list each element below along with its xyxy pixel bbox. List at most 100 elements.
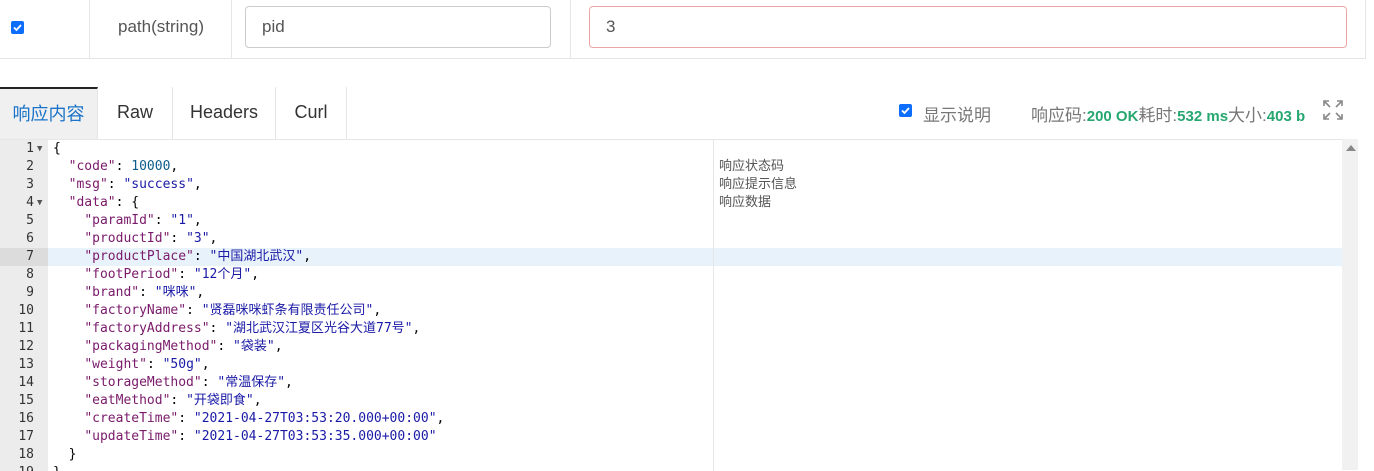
scroll-up-arrow-icon[interactable] xyxy=(1346,145,1356,151)
tab-response-content[interactable]: 响应内容 xyxy=(0,87,98,139)
json-key: "paramId" xyxy=(84,213,155,228)
json-string: "袋装" xyxy=(233,339,275,354)
line-number: 15 xyxy=(18,393,34,408)
json-punctuation: , xyxy=(412,321,421,336)
param-type-cell: path(string) xyxy=(90,0,232,58)
json-punctuation: : { xyxy=(115,195,140,210)
code-line: 12 "packagingMethod": "袋装", xyxy=(0,338,1342,356)
code-text: "code": 10000, xyxy=(53,158,179,176)
line-number: 5 xyxy=(26,213,34,228)
code-text: "factoryAddress": "湖北武汉江夏区光谷大道77号", xyxy=(53,320,420,338)
code-line: 16 "createTime": "2021-04-27T03:53:20.00… xyxy=(0,410,1342,428)
response-code-editor[interactable]: 1 ▼{2 "code": 10000, 3 "msg": "success", 4 ▼… xyxy=(0,139,1342,471)
code-line: 6 "productId": "3", xyxy=(0,230,1342,248)
json-key: "productId" xyxy=(84,231,171,246)
json-key: "packagingMethod" xyxy=(84,339,218,354)
json-key: "eatMethod" xyxy=(84,393,171,408)
status-size-value: 403 b xyxy=(1266,108,1306,125)
code-text: "factoryName": "贤磊咪咪虾条有限责任公司", xyxy=(53,302,381,320)
code-line: 2 "code": 10000, xyxy=(0,158,1342,176)
code-text: "eatMethod": "开袋即食", xyxy=(53,392,261,410)
fold-arrow-icon[interactable]: ▼ xyxy=(37,194,42,212)
json-punctuation xyxy=(53,357,84,372)
code-line: 4 ▼ "data": { xyxy=(0,194,1342,212)
code-line: 5 "paramId": "1", xyxy=(0,212,1342,230)
json-number: 10000 xyxy=(131,159,171,174)
line-number: 8 xyxy=(26,267,34,282)
fold-arrow-icon[interactable]: ▼ xyxy=(37,140,42,158)
show-description-label: 显示说明 xyxy=(923,106,991,125)
json-punctuation: : xyxy=(107,177,124,192)
json-punctuation xyxy=(53,213,84,228)
json-punctuation xyxy=(53,285,84,300)
param-value-input[interactable]: 3 xyxy=(589,6,1347,48)
param-name-input[interactable]: pid xyxy=(245,6,551,48)
code-text: "msg": "success", xyxy=(53,176,202,194)
json-string: "2021-04-27T03:53:35.000+00:00" xyxy=(193,429,437,444)
code-text: "paramId": "1", xyxy=(53,212,201,230)
show-description-checkbox[interactable] xyxy=(899,104,912,117)
line-number: 12 xyxy=(18,339,34,354)
line-number: 3 xyxy=(26,177,34,192)
line-number: 10 xyxy=(18,303,34,318)
line-number: 6 xyxy=(26,231,34,246)
status-time-value: 532 ms xyxy=(1177,108,1229,125)
param-enable-cell xyxy=(0,0,90,58)
json-punctuation xyxy=(53,393,84,408)
code-text: } xyxy=(53,446,77,464)
json-string: "3" xyxy=(186,231,210,246)
json-punctuation xyxy=(53,231,84,246)
json-key: "brand" xyxy=(84,285,140,300)
code-line: 11 "factoryAddress": "湖北武汉江夏区光谷大道77号", xyxy=(0,320,1342,338)
tab-raw[interactable]: Raw xyxy=(98,87,173,139)
code-text: "storageMethod": "常温保存", xyxy=(53,374,293,392)
editor-scrollbar[interactable] xyxy=(1342,139,1358,470)
param-value-cell: 3 xyxy=(571,0,1366,58)
json-punctuation: , xyxy=(170,159,179,174)
response-status: 响应码:200 OK耗时:532 ms大小:403 b xyxy=(1031,101,1305,126)
param-type-label: path(string) xyxy=(118,17,204,36)
param-enable-checkbox[interactable] xyxy=(11,21,24,34)
tab-curl[interactable]: Curl xyxy=(276,87,347,139)
status-time-label: 耗时: xyxy=(1138,106,1178,125)
json-key: "msg" xyxy=(68,177,108,192)
json-punctuation: , xyxy=(251,267,260,282)
code-text: "brand": "咪咪", xyxy=(53,284,204,302)
json-punctuation xyxy=(53,177,69,192)
code-line: 18 } xyxy=(0,446,1342,464)
json-punctuation xyxy=(53,195,69,210)
status-code-label: 响应码: xyxy=(1031,106,1087,125)
json-punctuation: } xyxy=(53,447,77,462)
line-number: 17 xyxy=(18,429,34,444)
json-punctuation: : xyxy=(186,303,202,318)
response-tabs-bar: 响应内容 Raw Headers Curl 显示说明 响应码:200 OK耗时:… xyxy=(0,87,1366,139)
status-size-label: 大小: xyxy=(1228,106,1267,125)
code-line: 7 "productPlace": "中国湖北武汉", xyxy=(0,248,1342,266)
fullscreen-expand-icon[interactable] xyxy=(1322,99,1344,126)
json-string: "中国湖北武汉" xyxy=(209,249,304,264)
code-line: 14 "storageMethod": "常温保存", xyxy=(0,374,1342,392)
code-text: "weight": "50g", xyxy=(53,356,209,374)
json-punctuation: : xyxy=(170,393,187,408)
json-string: "咪咪" xyxy=(154,285,197,300)
json-punctuation xyxy=(53,159,69,174)
tab-headers[interactable]: Headers xyxy=(173,87,276,139)
code-line: 8 "footPeriod": "12个月", xyxy=(0,266,1342,284)
json-punctuation: : xyxy=(178,411,194,426)
json-punctuation xyxy=(53,249,84,264)
json-key: "productPlace" xyxy=(84,249,194,264)
json-punctuation: , xyxy=(285,375,293,390)
line-number: 11 xyxy=(18,321,34,336)
json-punctuation: : xyxy=(178,429,194,444)
code-line: 17 "updateTime": "2021-04-27T03:53:35.00… xyxy=(0,428,1342,446)
code-text: "productId": "3", xyxy=(53,230,217,248)
json-key: "updateTime" xyxy=(84,429,179,444)
json-punctuation xyxy=(53,429,84,444)
status-code-value: 200 OK xyxy=(1086,108,1139,125)
json-punctuation: , xyxy=(303,249,312,264)
json-punctuation: , xyxy=(209,231,218,246)
json-punctuation xyxy=(53,321,84,336)
json-punctuation: , xyxy=(196,285,205,300)
json-punctuation: { xyxy=(53,141,61,156)
json-key: "weight" xyxy=(84,357,147,372)
